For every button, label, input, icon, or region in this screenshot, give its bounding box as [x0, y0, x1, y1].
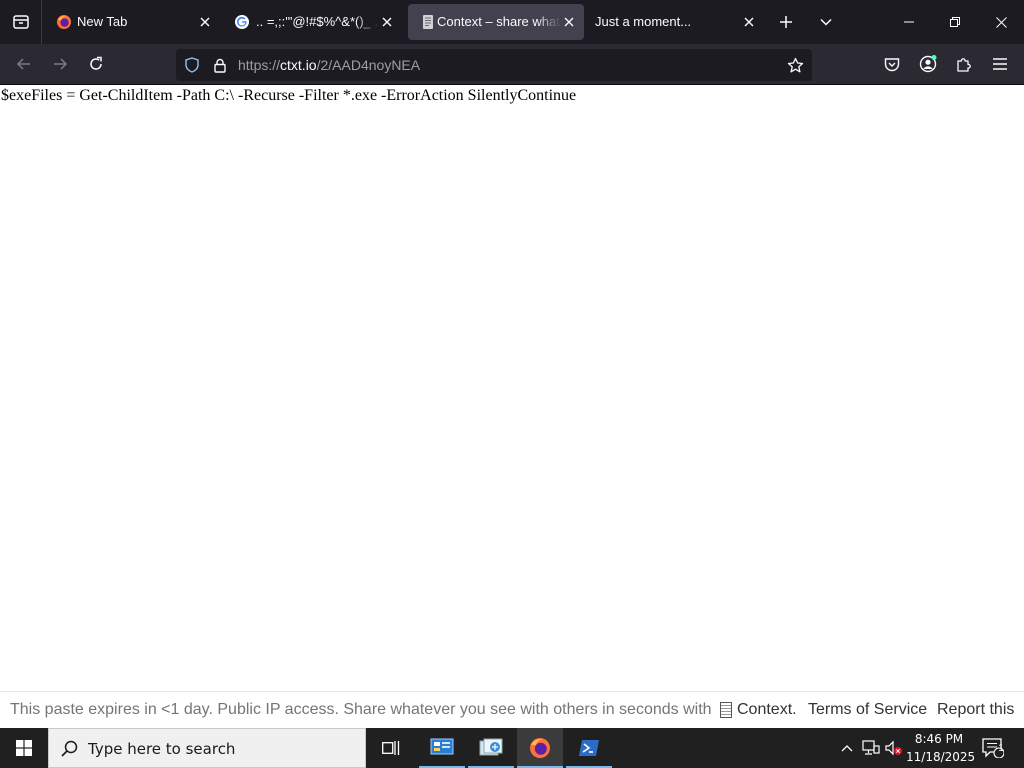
star-icon	[787, 57, 803, 72]
paste-text: $exeFiles = Get-ChildItem -Path C:\ -Rec…	[1, 87, 577, 104]
new-tab-button[interactable]	[772, 8, 800, 36]
tab-context[interactable]: Context – share whatever you see	[408, 4, 584, 40]
volume-muted-icon	[885, 740, 902, 756]
url-path: /2/AAD4noyNEA	[316, 57, 421, 73]
firefox-icon	[57, 15, 71, 29]
app-menu-button[interactable]	[986, 50, 1014, 78]
pocket-button[interactable]	[878, 50, 906, 78]
pocket-icon	[884, 57, 900, 71]
taskbar-search-box[interactable]: Type here to search	[48, 728, 366, 768]
taskbar-app-control-panel[interactable]	[419, 728, 465, 768]
taskbar-app-firefox[interactable]	[517, 728, 563, 768]
terms-of-service-link[interactable]: Terms of Service	[808, 701, 927, 719]
plus-icon	[780, 16, 792, 28]
site-security-button[interactable]	[210, 55, 230, 75]
close-icon	[200, 17, 210, 27]
start-button[interactable]	[0, 728, 48, 768]
minimize-icon	[904, 21, 914, 23]
tab-strip: New Tab .. =,;:'"@!#$%^&*()_ .. .. Conte…	[0, 0, 1024, 44]
tab-new-tab[interactable]: New Tab	[44, 4, 222, 40]
clock-time: 8:46 PM	[914, 732, 964, 746]
search-icon	[61, 740, 78, 757]
windows-logo-icon	[16, 740, 32, 756]
tab-google-search[interactable]: .. =,;:'"@!#$%^&*()_ .. ..	[226, 4, 404, 40]
volume-tray-button[interactable]	[883, 728, 905, 768]
close-window-button[interactable]	[978, 0, 1024, 44]
forward-button[interactable]	[46, 50, 74, 78]
shield-icon	[185, 57, 199, 73]
puzzle-icon	[957, 58, 971, 72]
network-tray-button[interactable]	[860, 728, 882, 768]
tab-title: Context – share whatever you see	[437, 14, 561, 29]
url-bar[interactable]: https://ctxt.io/2/AAD4noyNEA	[176, 49, 812, 81]
firefox-icon	[530, 738, 550, 758]
tab-close-button[interactable]	[740, 13, 758, 31]
taskbar-app-photos[interactable]	[468, 728, 514, 768]
context-link[interactable]: Context.	[720, 701, 797, 719]
report-link[interactable]: Report this	[937, 701, 1014, 719]
document-icon	[720, 702, 732, 718]
tab-close-button[interactable]	[560, 13, 578, 31]
lock-icon	[214, 58, 226, 73]
url-host: ctxt.io	[280, 57, 317, 73]
control-panel-icon	[430, 738, 454, 755]
close-icon	[744, 17, 754, 27]
clock-date: 11/18/2025	[906, 750, 976, 764]
url-prefix: https://	[238, 57, 281, 73]
account-button[interactable]	[914, 50, 942, 78]
reload-icon	[90, 56, 102, 70]
firefox-view-icon	[12, 15, 29, 29]
notification-count: 1	[998, 743, 1004, 754]
arrow-right-icon	[54, 58, 68, 70]
context-link-label: Context.	[737, 701, 797, 718]
reload-button[interactable]	[82, 50, 110, 78]
close-icon	[382, 17, 392, 27]
show-hidden-icons-button[interactable]	[836, 728, 858, 768]
task-view-button[interactable]	[368, 728, 414, 768]
bookmark-star-button[interactable]	[784, 55, 806, 75]
restore-icon	[950, 17, 960, 27]
photos-icon	[479, 738, 503, 756]
firefox-view-button[interactable]	[0, 0, 42, 44]
navigation-toolbar: https://ctxt.io/2/AAD4noyNEA	[0, 44, 1024, 85]
list-all-tabs-button[interactable]	[812, 8, 840, 36]
search-placeholder: Type here to search	[88, 740, 236, 758]
url-text[interactable]: https://ctxt.io/2/AAD4noyNEA	[238, 49, 420, 81]
tracking-protection-button[interactable]	[182, 55, 202, 75]
task-view-icon	[382, 741, 400, 755]
system-clock[interactable]: 8:46 PM 11/18/2025	[906, 730, 976, 766]
minimize-button[interactable]	[886, 0, 932, 44]
chevron-down-icon	[820, 18, 832, 26]
tab-just-a-moment[interactable]: Just a moment...	[588, 4, 766, 40]
page-content: $exeFiles = Get-ChildItem -Path C:\ -Rec…	[0, 85, 1024, 691]
restore-button[interactable]	[932, 0, 978, 44]
account-icon	[919, 55, 937, 73]
hamburger-menu-icon	[993, 58, 1007, 70]
windows-taskbar: Type here to search 8:46 PM 11/18/2025 1	[0, 728, 1024, 768]
back-button[interactable]	[10, 50, 38, 78]
taskbar-app-powershell[interactable]	[566, 728, 612, 768]
tab-title: New Tab	[77, 14, 128, 29]
close-icon	[564, 17, 574, 27]
tab-title: .. =,;:'"@!#$%^&*()_ .. ..	[256, 14, 380, 29]
page-footer: This paste expires in <1 day. Public IP …	[0, 691, 1024, 728]
google-icon	[235, 15, 249, 29]
expiry-notice: This paste expires in <1 day. Public IP …	[10, 701, 712, 718]
arrow-left-icon	[16, 58, 30, 70]
tab-title: Just a moment...	[595, 14, 692, 29]
close-icon	[995, 16, 1007, 28]
extensions-button[interactable]	[950, 50, 978, 78]
tab-close-button[interactable]	[378, 13, 396, 31]
document-icon	[423, 15, 433, 29]
action-center-button[interactable]: 1	[976, 728, 1010, 768]
powershell-icon	[579, 740, 599, 756]
tab-close-button[interactable]	[196, 13, 214, 31]
chevron-up-icon	[841, 745, 853, 752]
network-icon	[862, 740, 880, 755]
